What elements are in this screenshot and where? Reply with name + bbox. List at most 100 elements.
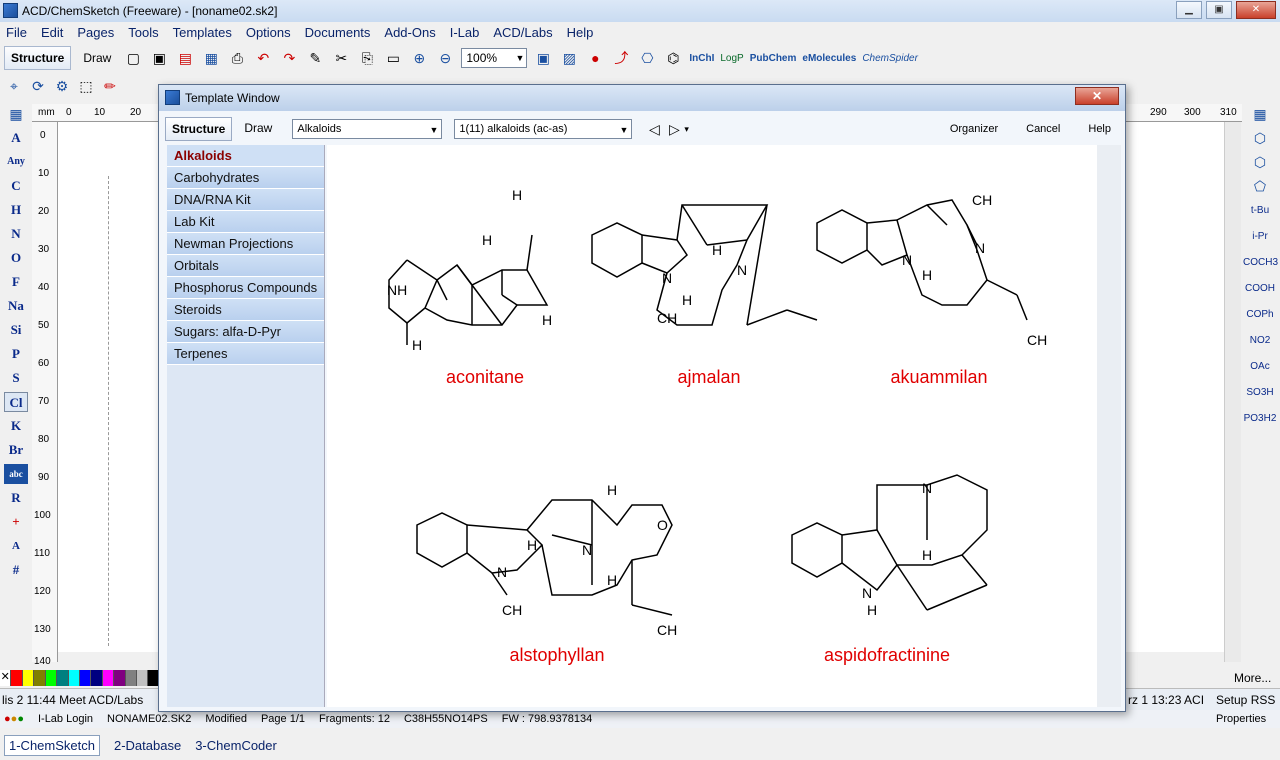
category-select[interactable]: Alkaloids ▼ (292, 119, 443, 139)
page-select[interactable]: 1(11) alkaloids (ac-as) ▼ (454, 119, 633, 139)
color-swatch[interactable] (114, 670, 126, 686)
window-icon[interactable]: ▣ (533, 48, 553, 68)
periodic-table-icon[interactable]: ▦ (6, 104, 26, 124)
menu-templates[interactable]: Templates (173, 25, 232, 40)
menu-edit[interactable]: Edit (41, 25, 63, 40)
template-name-alstophyllan[interactable]: alstophyllan (457, 645, 657, 666)
setup-rss-button[interactable]: Setup RSS (1216, 693, 1275, 707)
menu-acd-labs[interactable]: ACD/Labs (493, 25, 552, 40)
zoom-in-icon[interactable]: ⊕ (409, 48, 429, 68)
color-swatch[interactable] (45, 670, 58, 686)
canvas-scrollbar[interactable] (1224, 122, 1241, 662)
dialog-structure-tab[interactable]: Structure (165, 117, 233, 141)
color-swatch[interactable] (79, 670, 92, 686)
benzene-icon[interactable]: ⬡ (1250, 128, 1270, 148)
dialog-close-button[interactable]: ✕ (1075, 87, 1119, 105)
akuammilan-structure[interactable] (816, 199, 1028, 321)
print-icon[interactable]: ⎙ (227, 48, 247, 68)
category-item[interactable]: Steroids (167, 299, 324, 321)
close-button[interactable]: ✕ (1236, 1, 1276, 19)
copy-icon[interactable]: ⎘ (357, 48, 377, 68)
open-file-icon[interactable]: ▤ (175, 48, 195, 68)
alstophyllan-structure[interactable] (416, 499, 673, 616)
menu-tools[interactable]: Tools (128, 25, 158, 40)
more-button[interactable]: More... (1234, 671, 1271, 685)
color-swatch[interactable] (91, 670, 103, 686)
element-s[interactable]: S (4, 368, 28, 388)
radical-tbu[interactable]: t-Bu (1243, 200, 1277, 222)
tab-database[interactable]: 2-Database (114, 738, 181, 753)
element-k[interactable]: K (4, 416, 28, 436)
element-n[interactable]: N (4, 224, 28, 244)
color-swatch[interactable] (22, 670, 35, 686)
lasso-icon[interactable]: ⬚ (76, 76, 96, 96)
toolbar-overflow-icon[interactable]: ▾ (684, 124, 689, 135)
zoom-select[interactable]: 100% ▼ (461, 48, 528, 68)
eraser-icon[interactable]: ✎ (305, 48, 325, 68)
maximize-button[interactable]: ▣ (1206, 1, 1232, 19)
category-item[interactable]: Sugars: alfa-D-Pyr (167, 321, 324, 343)
menu-pages[interactable]: Pages (77, 25, 114, 40)
dialog-draw-tab[interactable]: Draw (238, 117, 278, 141)
previous-page-icon[interactable]: ◁ (644, 119, 664, 139)
menu-help[interactable]: Help (567, 25, 594, 40)
menu-options[interactable]: Options (246, 25, 291, 40)
cancel-button[interactable]: Cancel (1026, 123, 1060, 135)
name-icon[interactable]: ⎔ (637, 48, 657, 68)
ajmalan-structure[interactable] (591, 204, 818, 326)
image-icon[interactable]: ▨ (559, 48, 579, 68)
element-o[interactable]: O (4, 248, 28, 268)
category-item[interactable]: Terpenes (167, 343, 324, 365)
category-item[interactable]: Carbohydrates (167, 167, 324, 189)
color-swatch[interactable] (102, 670, 115, 686)
element-h[interactable]: H (4, 200, 28, 220)
preview-scrollbar[interactable] (1097, 145, 1121, 707)
tautomer-icon[interactable]: ⌬ (663, 48, 683, 68)
next-page-icon[interactable]: ▷ (664, 119, 684, 139)
color-swatch[interactable] (34, 670, 46, 686)
radical-cooh[interactable]: COOH (1243, 278, 1277, 300)
structure-mode-button[interactable]: Structure (4, 46, 72, 70)
minimize-button[interactable]: ▁ (1176, 1, 1202, 19)
properties-button[interactable]: Properties (1216, 713, 1266, 725)
element-si[interactable]: Si (4, 320, 28, 340)
new-page-icon[interactable]: ▣ (149, 48, 169, 68)
color-swatch[interactable] (57, 670, 69, 686)
pencil-icon[interactable]: ✏ (100, 76, 120, 96)
paste-icon[interactable]: ▭ (383, 48, 403, 68)
cyclopentane-icon[interactable]: ⬠ (1250, 176, 1270, 196)
element-r[interactable]: R (4, 488, 28, 508)
undo-icon[interactable]: ↶ (253, 48, 273, 68)
radical-ipr[interactable]: i-Pr (1243, 226, 1277, 248)
color-swatch[interactable] (125, 670, 138, 686)
cut-icon[interactable]: ✂ (331, 48, 351, 68)
organizer-button[interactable]: Organizer (950, 123, 998, 135)
radical-coch3[interactable]: COCH3 (1243, 252, 1278, 274)
zoom-out-icon[interactable]: ⊖ (435, 48, 455, 68)
draw-mode-button[interactable]: Draw (77, 46, 117, 70)
element-cl[interactable]: Cl (4, 392, 28, 412)
menu-i-lab[interactable]: I-Lab (450, 25, 480, 40)
template-preview[interactable]: NH H H H H N N H H CH N N CH CH H N CH H… (327, 145, 1097, 707)
aspidofractinine-structure[interactable] (791, 474, 988, 611)
element-c[interactable]: C (4, 176, 28, 196)
template-name-aconitane[interactable]: aconitane (385, 367, 585, 388)
element-a[interactable]: A (4, 128, 28, 148)
3d-viewer-icon[interactable]: ● (585, 48, 605, 68)
category-item[interactable]: DNA/RNA Kit (167, 189, 324, 211)
chemspider-button[interactable]: ChemSpider (862, 53, 918, 64)
radical-po3h2[interactable]: PO3H2 (1243, 408, 1277, 430)
ilab-login-button[interactable]: I-Lab Login (38, 713, 93, 725)
menu-add-ons[interactable]: Add-Ons (384, 25, 435, 40)
inchi-button[interactable]: InChI (689, 53, 714, 64)
category-item[interactable]: Newman Projections (167, 233, 324, 255)
color-swatch[interactable] (11, 670, 23, 686)
radical-no2[interactable]: NO2 (1243, 330, 1277, 352)
category-item[interactable]: Alkaloids (167, 145, 324, 167)
help-button[interactable]: Help (1088, 123, 1111, 135)
chart-icon[interactable]: ⤴ (611, 48, 631, 68)
element-p[interactable]: P (4, 344, 28, 364)
news-ticker-left[interactable]: lis 2 11:44 Meet ACD/Labs (2, 693, 143, 707)
element-f[interactable]: F (4, 272, 28, 292)
pubchem-button[interactable]: PubChem (750, 53, 797, 64)
